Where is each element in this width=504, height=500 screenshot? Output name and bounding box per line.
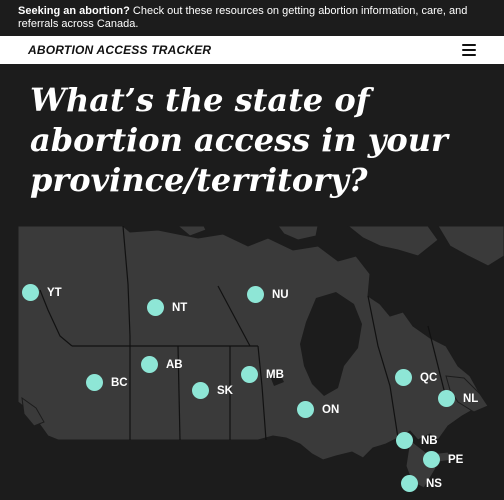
marker-dot — [438, 390, 455, 407]
marker-label: AB — [166, 358, 183, 371]
province-marker-bc[interactable]: BC — [86, 374, 128, 391]
marker-dot — [241, 366, 258, 383]
province-marker-qc[interactable]: QC — [395, 369, 437, 386]
marker-label: NB — [421, 434, 438, 447]
marker-dot — [401, 475, 418, 492]
notice-lead: Seeking an abortion? — [18, 5, 130, 17]
province-marker-ns[interactable]: NS — [401, 475, 442, 492]
marker-dot — [423, 451, 440, 468]
marker-dot — [22, 284, 39, 301]
province-marker-yt[interactable]: YT — [22, 284, 62, 301]
top-navbar: ABORTION ACCESS TRACKER — [0, 36, 504, 64]
province-marker-mb[interactable]: MB — [241, 366, 284, 383]
marker-label: NT — [172, 301, 188, 314]
marker-label: ON — [322, 403, 340, 416]
marker-label: NL — [463, 392, 479, 405]
marker-label: YT — [47, 286, 62, 299]
marker-label: PE — [448, 453, 464, 466]
marker-label: SK — [217, 384, 233, 397]
marker-dot — [247, 286, 264, 303]
marker-dot — [86, 374, 103, 391]
marker-label: QC — [420, 371, 438, 384]
hamburger-menu-icon[interactable] — [462, 44, 476, 56]
province-marker-nb[interactable]: NB — [396, 432, 438, 449]
marker-label: NU — [272, 288, 289, 301]
province-marker-sk[interactable]: SK — [192, 382, 233, 399]
marker-dot — [297, 401, 314, 418]
marker-dot — [192, 382, 209, 399]
province-marker-pe[interactable]: PE — [423, 451, 463, 468]
resources-notice[interactable]: Seeking an abortion? Check out these res… — [0, 0, 504, 36]
province-marker-nt[interactable]: NT — [147, 299, 187, 316]
marker-dot — [141, 356, 158, 373]
marker-dot — [396, 432, 413, 449]
canada-map: YT NT NU AB BC SK MB ON QC NL NB PE NS — [18, 226, 504, 500]
page-title: What’s the state of abortion access in y… — [30, 81, 448, 199]
marker-dot — [395, 369, 412, 386]
province-marker-on[interactable]: ON — [297, 401, 339, 418]
marker-dot — [147, 299, 164, 316]
marker-label: NS — [426, 477, 442, 490]
site-brand[interactable]: ABORTION ACCESS TRACKER — [28, 43, 211, 57]
marker-label: MB — [266, 368, 284, 381]
province-marker-nu[interactable]: NU — [247, 286, 289, 303]
province-marker-nl[interactable]: NL — [438, 390, 478, 407]
province-marker-ab[interactable]: AB — [141, 356, 183, 373]
marker-label: BC — [111, 376, 128, 389]
